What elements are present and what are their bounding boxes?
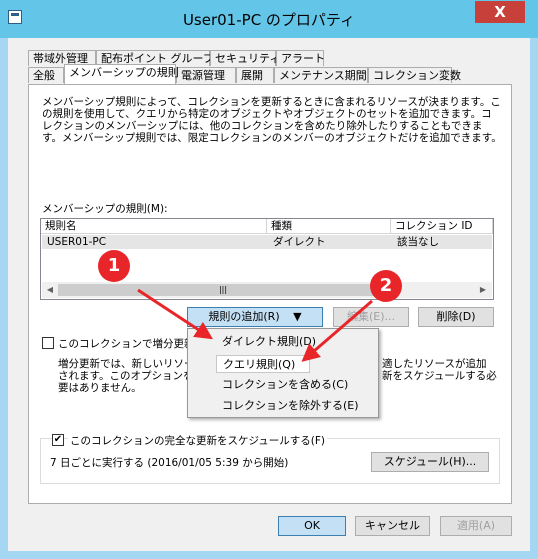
- annotation-arrows: [137, 288, 373, 362]
- arrow-2: [301, 299, 373, 362]
- annotation-badge-1: 1: [98, 250, 130, 282]
- annotation-badge-2: 2: [370, 270, 402, 302]
- arrow-1: [137, 288, 214, 340]
